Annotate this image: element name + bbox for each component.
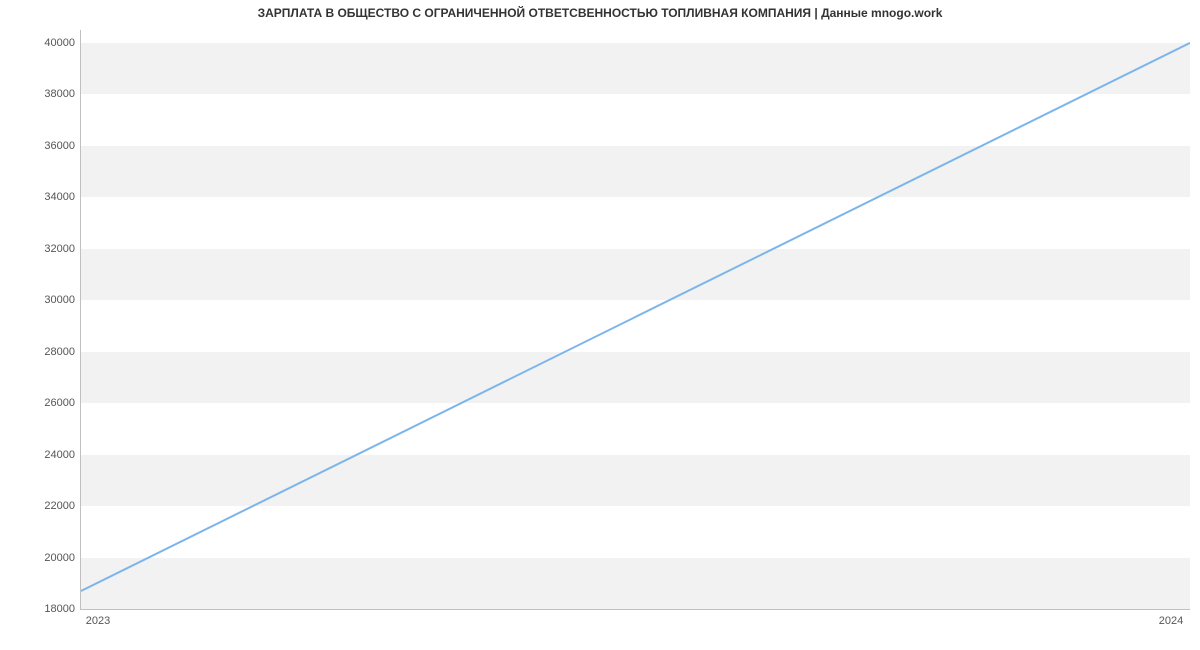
y-axis-ticks: 1800020000220002400026000280003000032000…	[0, 30, 75, 610]
y-tick-label: 26000	[44, 397, 75, 409]
y-tick-label: 20000	[44, 552, 75, 564]
chart-title: ЗАРПЛАТА В ОБЩЕСТВО С ОГРАНИЧЕННОЙ ОТВЕТ…	[0, 6, 1200, 20]
series-line	[81, 43, 1190, 591]
y-tick-label: 22000	[44, 500, 75, 512]
y-tick-label: 40000	[44, 37, 75, 49]
y-tick-label: 28000	[44, 346, 75, 358]
x-tick-label: 2024	[1159, 615, 1183, 627]
plot-area	[80, 30, 1190, 610]
y-tick-label: 38000	[44, 88, 75, 100]
y-tick-label: 30000	[44, 294, 75, 306]
y-tick-label: 18000	[44, 603, 75, 615]
y-tick-label: 34000	[44, 191, 75, 203]
data-line	[81, 30, 1190, 609]
x-tick-label: 2023	[86, 615, 110, 627]
line-chart: ЗАРПЛАТА В ОБЩЕСТВО С ОГРАНИЧЕННОЙ ОТВЕТ…	[0, 0, 1200, 650]
y-tick-label: 36000	[44, 140, 75, 152]
y-tick-label: 32000	[44, 243, 75, 255]
y-tick-label: 24000	[44, 449, 75, 461]
x-axis-ticks: 2023 2024	[80, 615, 1190, 635]
